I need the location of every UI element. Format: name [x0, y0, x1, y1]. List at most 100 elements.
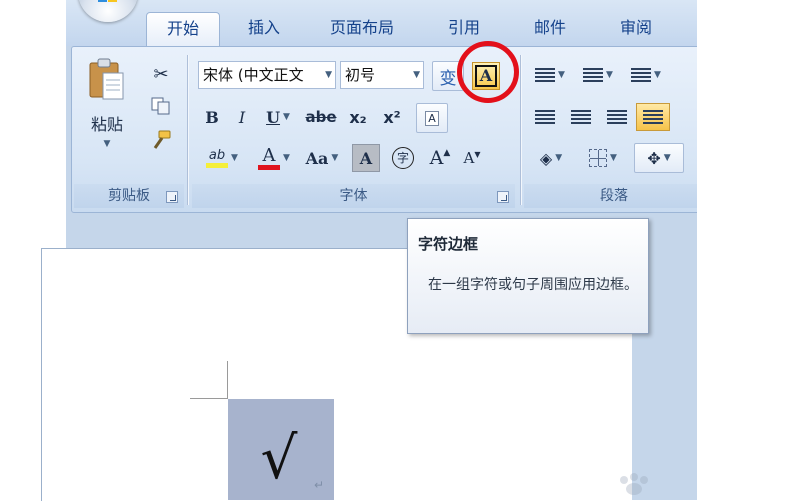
phonetic-guide-button[interactable]: 变 [432, 61, 464, 91]
tab-home[interactable]: 开始 [146, 12, 220, 47]
shrink-font-icon: A [463, 149, 475, 167]
tab-references[interactable]: 引用 [426, 12, 502, 44]
tooltip: 字符边框 在一组字符或句子周围应用边框。 [407, 218, 649, 334]
character-border-icon: A [474, 65, 498, 87]
bullets-icon [535, 68, 556, 82]
group-separator [520, 55, 521, 205]
format-painter-button[interactable] [148, 127, 174, 153]
text-highlight-button[interactable]: ab ▼ [198, 143, 246, 173]
ribbon-tab-bar: 开始 插入 页面布局 引用 邮件 审阅 [66, 0, 697, 47]
subscript-icon: x₂ [349, 107, 367, 127]
office-button[interactable] [78, 0, 138, 22]
font-color-button[interactable]: A ▼ [252, 143, 296, 173]
asian-layout-arrow-icon: ▼ [663, 153, 671, 163]
multilevel-list-icon [631, 68, 652, 82]
format-painter-icon [153, 130, 171, 149]
numbering-button[interactable]: ▼ [576, 61, 620, 89]
bullets-button[interactable]: ▼ [528, 61, 572, 89]
paint-bucket-icon: ◈ [539, 148, 553, 168]
clipboard-group: 粘贴 ▼ ✂ 剪贴板 [74, 51, 184, 208]
grow-font-button[interactable]: A ▲ [426, 144, 454, 172]
justify-button[interactable] [636, 103, 670, 131]
font-name-arrow-icon: ▼ [325, 70, 332, 80]
tab-review[interactable]: 审阅 [598, 12, 674, 44]
change-case-icon: Aa [305, 148, 329, 168]
paste-button[interactable]: 粘贴 ▼ [80, 55, 134, 165]
copy-icon [151, 97, 170, 115]
numbering-arrow-icon: ▼ [606, 70, 613, 80]
justify-icon [643, 110, 663, 124]
tab-page-layout[interactable]: 页面布局 [314, 12, 410, 44]
align-center-icon [571, 110, 591, 124]
character-shading-icon: A [359, 148, 373, 168]
align-right-button[interactable] [600, 103, 634, 131]
font-group: 宋体 (中文正文 ▼ 初号 ▼ 变 A B I U ▼ abe x₂ x² A … [192, 51, 515, 208]
copy-button[interactable] [148, 93, 174, 119]
font-size-arrow-icon: ▼ [413, 70, 420, 80]
multilevel-list-button[interactable]: ▼ [624, 61, 668, 89]
enclose-characters-icon: 字 [392, 147, 414, 169]
borders-arrow-icon: ▼ [610, 153, 617, 163]
align-left-icon [535, 110, 555, 124]
paste-dropdown-icon: ▼ [103, 139, 111, 149]
tab-insert[interactable]: 插入 [226, 12, 302, 44]
font-size-dropdown[interactable]: 初号 ▼ [340, 61, 424, 89]
change-case-arrow-icon: ▼ [331, 153, 339, 163]
borders-button[interactable]: ▼ [580, 143, 626, 173]
phonetic-guide-icon: 变 [439, 68, 457, 89]
font-name-dropdown[interactable]: 宋体 (中文正文 ▼ [198, 61, 336, 89]
superscript-button[interactable]: x² [376, 103, 408, 131]
office-logo-icon [98, 0, 118, 3]
tab-mailings[interactable]: 邮件 [512, 12, 588, 44]
margin-crop-mark [227, 361, 228, 399]
subscript-button[interactable]: x₂ [342, 103, 374, 131]
clipboard-dialog-launcher[interactable] [166, 191, 178, 203]
numbering-icon [583, 68, 604, 82]
bold-icon: B [205, 107, 219, 127]
paragraph-mark: ↵ [314, 478, 325, 492]
underline-button[interactable]: U ▼ [258, 103, 298, 131]
paragraph-shading-button[interactable]: ◈ ▼ [528, 143, 574, 173]
paste-label: 粘贴 [90, 115, 123, 134]
character-border-button[interactable]: A [472, 62, 500, 90]
font-size-value: 初号 [345, 66, 376, 84]
superscript-icon: x² [383, 107, 401, 127]
align-center-button[interactable] [564, 103, 598, 131]
align-right-icon [607, 110, 627, 124]
bold-button[interactable]: B [198, 103, 226, 131]
watermark-paw-icon [620, 473, 648, 495]
border-grid-icon [589, 149, 608, 167]
asian-layout-button[interactable]: ✥ ▼ [634, 143, 684, 173]
shading-arrow-icon: ▼ [555, 153, 563, 163]
font-color-icon: A [258, 146, 281, 170]
character-shading-button[interactable]: A [352, 144, 380, 172]
tooltip-description: 在一组字符或句子周围应用边框。 [428, 277, 638, 293]
check-mark: √ [260, 423, 298, 492]
paragraph-group: ▼ ▼ ▼ ◈ ▼ ▼ ✥ ▼ 段落 [524, 51, 697, 208]
font-dialog-launcher[interactable] [497, 191, 509, 203]
ribbon: 粘贴 ▼ ✂ 剪贴板 宋体 (中文正文 ▼ 初号 ▼ 变 A B I U ▼ a… [71, 46, 697, 213]
font-group-label: 字体 [192, 184, 515, 208]
font-color-arrow-icon: ▼ [283, 153, 290, 163]
bullets-arrow-icon: ▼ [558, 70, 565, 80]
enclose-characters-button[interactable]: 字 [388, 144, 418, 172]
underline-arrow-icon: ▼ [283, 112, 290, 122]
paragraph-group-label: 段落 [524, 184, 697, 208]
cut-button[interactable]: ✂ [148, 61, 174, 87]
asian-layout-icon: ✥ [647, 148, 661, 168]
underline-icon: U [266, 107, 281, 127]
paste-icon [89, 58, 124, 100]
clear-formatting-button[interactable]: A [416, 103, 448, 133]
change-case-button[interactable]: Aa ▼ [300, 143, 344, 173]
align-left-button[interactable] [528, 103, 562, 131]
highlight-arrow-icon: ▼ [231, 153, 238, 163]
tooltip-title: 字符边框 [418, 235, 479, 253]
scissors-icon: ✂ [153, 63, 169, 85]
strikethrough-button[interactable]: abe [302, 103, 340, 131]
shrink-font-button[interactable]: A ▼ [458, 144, 486, 172]
highlighter-icon: ab [206, 148, 229, 168]
group-separator [187, 55, 188, 205]
italic-button[interactable]: I [228, 103, 256, 131]
multilevel-arrow-icon: ▼ [654, 70, 661, 80]
font-name-value: 宋体 (中文正文 [203, 66, 304, 84]
